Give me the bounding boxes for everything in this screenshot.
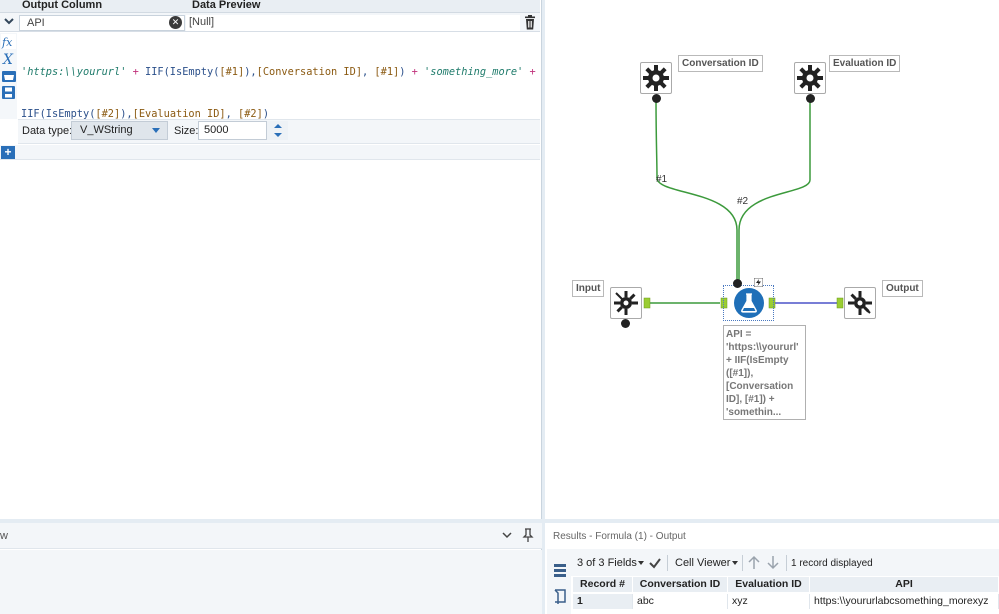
connection-2[interactable] [738,97,811,283]
viewer-dropdown-arrow[interactable] [732,561,738,565]
expression-token: 'https:\\yoururl' [21,66,127,78]
formula-tool[interactable] [732,287,766,319]
variables-icon[interactable]: X [1,51,16,66]
checkmark-icon[interactable] [648,556,662,570]
data-type-select[interactable]: V_WString [71,121,168,140]
evaluation-id-label: Evaluation ID [829,55,901,72]
chevron-down-icon[interactable] [500,528,514,542]
toolbar-divider [667,555,668,571]
fields-selector[interactable]: 3 of 3 Fields [577,557,637,569]
arrow-down-icon[interactable] [766,555,780,570]
size-label: Size: [174,125,199,137]
browse-badge-icon [621,319,630,328]
trash-icon[interactable] [523,15,537,30]
connection-label-2: #2 [737,196,749,207]
browse-badge-icon [733,279,742,288]
expression-token: + [523,66,536,78]
output-label: Output [882,280,923,297]
results-column-header[interactable]: API [810,577,999,592]
results-cell[interactable]: 1 [573,594,633,609]
results-column-header[interactable]: Evaluation ID [728,577,810,592]
lightning-icon [753,277,764,288]
formula-annotation: API = 'https:\\yoururl' + IIF(IsEmpty ([… [723,325,806,420]
input-label: Input [572,280,605,297]
results-column-header[interactable]: Conversation ID [633,577,728,592]
add-formula-button[interactable]: + [1,146,15,159]
function-icon[interactable]: fx [1,34,16,49]
input-tool[interactable] [610,287,642,319]
bottom-left-header [0,523,542,549]
dropdown-arrow-icon [152,128,160,133]
open-folder-icon[interactable] [1,68,16,83]
data-preview-header: Data Preview [192,0,261,11]
fields-dropdown-arrow[interactable] [638,561,644,565]
expression-token: + [405,66,425,78]
evaluation-id-tool[interactable] [794,62,826,94]
size-spinner[interactable] [266,121,288,140]
expression-token: + [126,66,145,78]
add-formula-row [0,145,540,160]
cell-viewer-selector[interactable]: Cell Viewer [675,557,730,569]
results-cell[interactable]: https:\\yoururlabcsomething_morexyz [810,594,999,609]
gear-icon [643,65,669,91]
arrow-up-icon[interactable] [747,555,761,570]
results-title: Results - Formula (1) - Output [553,531,686,542]
conversation-id-tool[interactable] [640,62,672,94]
output-column-value: API [27,17,45,29]
expression-line-1: 'https:\\yoururl' + IIF(IsEmpty([#1]),[C… [21,65,536,79]
size-value: 5000 [204,124,229,136]
svg-text:X: X [2,52,14,66]
flask-icon [734,288,764,318]
results-column-header[interactable]: Record # [573,577,633,592]
output-column-header: Output Column [22,0,103,11]
browse-badge-icon [652,94,661,103]
conversation-id-label: Conversation ID [678,55,763,72]
output-input-anchor[interactable] [836,297,844,309]
data-preview-cell: [Null] [186,15,520,31]
gear-icon [797,65,823,91]
expression-token: [#1] [219,66,245,78]
bottom-left-body [0,550,542,614]
browse-badge-icon [806,94,815,103]
metadata-view-icon[interactable] [553,588,567,604]
output-column-field[interactable]: API [19,15,185,31]
expression-token: [Conversation ID] [256,66,363,78]
connection-1[interactable] [655,97,738,283]
results-cell[interactable]: xyz [728,594,810,609]
expression-token: [#1] [374,66,400,78]
bottom-left-title: w [0,530,8,542]
expression-token: ), [244,66,257,78]
data-preview-value: [Null] [189,16,215,28]
expression-token: , [362,66,375,78]
toolbar-divider [742,555,743,571]
macro-input-icon [614,291,638,315]
vertical-splitter[interactable] [542,0,545,614]
expression-token: 'something_more' [424,66,524,78]
clear-icon[interactable]: ✕ [169,16,182,29]
connection-label-1: #1 [656,174,668,185]
pin-icon[interactable] [521,527,535,543]
records-displayed: 1 record displayed [791,558,873,569]
chevron-down-icon[interactable] [2,15,16,29]
svg-text:fx: fx [1,36,13,49]
data-type-label: Data type: [22,125,73,137]
macro-output-icon [848,291,872,315]
expression-token: IIF(IsEmpty( [145,66,220,78]
output-tool[interactable] [844,287,876,319]
input-output-anchor[interactable] [643,297,651,309]
results-cell[interactable]: abc [633,594,728,609]
data-type-value: V_WString [80,124,133,136]
toolbar-divider [786,555,787,571]
formula-grid-header: Output Column Data Preview [0,0,540,13]
table-view-icon[interactable] [553,562,567,578]
save-icon[interactable] [1,85,16,100]
connections-layer [643,97,844,309]
